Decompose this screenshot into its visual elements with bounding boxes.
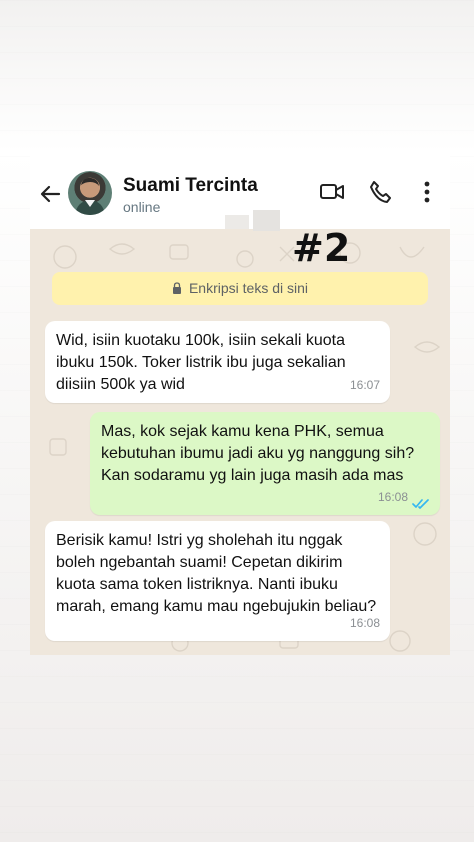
encryption-notice[interactable]: Enkripsi teks di sini <box>52 272 428 305</box>
message-bubble-outgoing[interactable]: Mas, kok sejak kamu kena PHK, semua kebu… <box>90 412 440 515</box>
message-text: Mas, kok sejak kamu kena PHK, semua kebu… <box>101 423 415 484</box>
message-time: 16:08 <box>377 490 408 504</box>
message-bubble-incoming[interactable]: Wid, isiin kuotaku 100k, isiin sekali ku… <box>45 321 390 403</box>
more-options-icon[interactable] <box>414 179 440 205</box>
message-text: Wid, isiin kuotaku 100k, isiin sekali ku… <box>56 332 346 393</box>
redaction-block <box>253 210 280 231</box>
read-ticks-icon <box>412 495 430 509</box>
message-text: Berisik kamu! Istri yg sholehah itu ngga… <box>56 532 377 615</box>
lock-icon <box>172 273 182 294</box>
encryption-text: Enkripsi teks di sini <box>188 280 309 296</box>
contact-name[interactable]: Suami Tercinta <box>123 175 258 197</box>
redaction-marks <box>225 210 280 231</box>
message-bubble-incoming[interactable]: Berisik kamu! Istri yg sholehah itu ngga… <box>45 521 390 641</box>
contact-avatar[interactable] <box>68 171 112 215</box>
message-time: 16:08 <box>349 616 380 630</box>
phone-icon[interactable] <box>367 179 393 205</box>
chat-area[interactable]: Enkripsi teks di sini #2 Wid, isiin kuot… <box>30 210 450 655</box>
overlay-tag: #2 <box>292 226 351 270</box>
redaction-block <box>225 215 249 229</box>
back-arrow-icon[interactable] <box>39 183 61 205</box>
message-time: 16:07 <box>349 378 380 392</box>
video-call-icon[interactable] <box>319 179 345 205</box>
contact-status: online <box>123 199 161 215</box>
whatsapp-chat-screen: Suami Tercinta online Enkripsi teks di s… <box>30 155 450 655</box>
